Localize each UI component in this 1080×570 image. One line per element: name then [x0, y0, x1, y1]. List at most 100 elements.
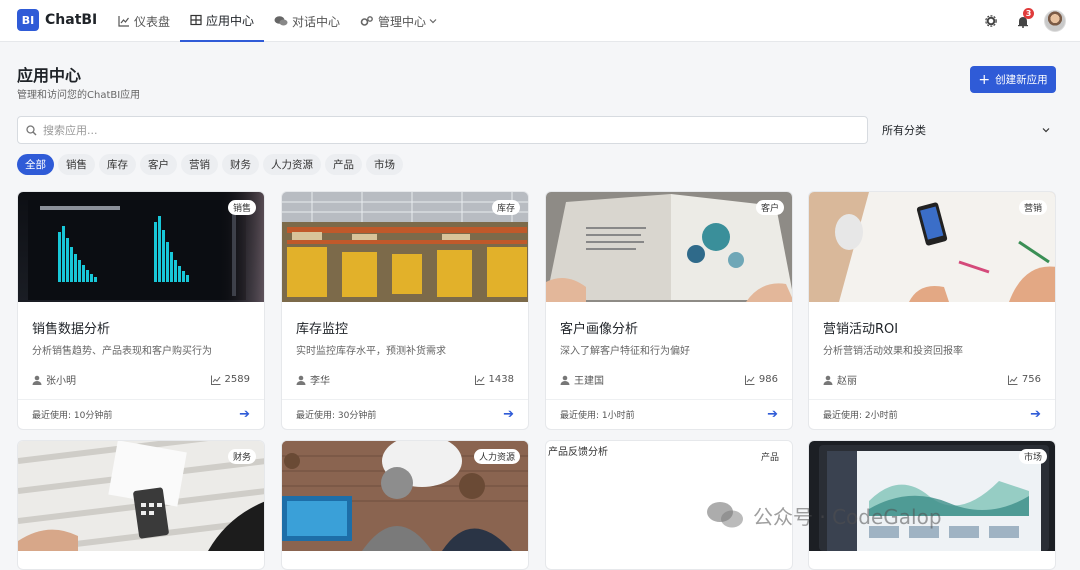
card-title: 营销活动ROI	[823, 322, 899, 337]
card-image: 人力资源	[282, 441, 528, 551]
avatar[interactable]	[1044, 10, 1066, 32]
card-title: 库存监控	[296, 322, 349, 337]
card-description: 分析销售趋势、产品表现和客户购买行为	[32, 346, 212, 357]
notification-badge: 3	[1023, 8, 1034, 19]
chart-line-icon	[118, 16, 129, 27]
watermark-text: 公众号 · CodeGalop	[753, 504, 942, 529]
nav-app-center[interactable]: 应用中心	[180, 0, 265, 42]
logo[interactable]: BI ChatBI	[17, 9, 97, 31]
category-tag: 客户	[755, 200, 784, 215]
card-description: 深入了解客户特征和行为偏好	[560, 346, 690, 357]
card-views: 2589	[210, 372, 250, 387]
gear-icon	[985, 15, 997, 27]
open-arrow-icon[interactable]: ➔	[503, 407, 514, 422]
chip-all[interactable]: 全部	[17, 154, 54, 175]
card-image: 财务	[18, 441, 264, 551]
category-tag: 销售	[227, 200, 256, 215]
owner-name: 赵丽	[837, 376, 857, 387]
card-views: 1438	[474, 372, 514, 387]
card-owner: 王建国	[560, 372, 604, 387]
gears-icon	[360, 16, 373, 26]
watermark: 公众号 · CodeGalop	[705, 500, 942, 530]
view-count: 756	[1021, 374, 1041, 385]
category-tag: 营销	[1018, 200, 1047, 215]
open-arrow-icon[interactable]: ➔	[239, 407, 250, 422]
notifications-button[interactable]: 3	[1010, 8, 1036, 34]
create-app-button[interactable]: + 创建新应用	[970, 66, 1056, 93]
category-tag: 财务	[227, 449, 256, 464]
search-box	[17, 116, 868, 144]
category-select[interactable]: 所有分类	[876, 116, 1056, 144]
page-title: 应用中心	[17, 66, 82, 85]
create-app-label: 创建新应用	[995, 74, 1048, 86]
category-tag: 市场	[1018, 449, 1047, 464]
owner-name: 王建国	[574, 376, 604, 387]
chip-finance[interactable]: 财务	[222, 154, 259, 175]
nav-label: 仪表盘	[134, 14, 171, 29]
card-image: 销售	[18, 192, 264, 302]
chip-inventory[interactable]: 库存	[99, 154, 136, 175]
chevron-down-icon	[429, 19, 437, 24]
category-chips: 全部 销售 库存 客户 营销 财务 人力资源 产品 市场	[17, 154, 407, 175]
search-input[interactable]	[43, 123, 823, 137]
view-count: 2589	[224, 374, 250, 385]
app-card-sales[interactable]: 销售 销售数据分析 分析销售趋势、产品表现和客户购买行为 张小明 2589 最近…	[17, 191, 265, 430]
user-icon	[560, 375, 570, 385]
grid-icon	[190, 14, 202, 26]
card-description: 实时监控库存水平，预测补货需求	[296, 346, 446, 357]
chart-line-icon	[210, 375, 221, 385]
card-description: 分析营销活动效果和投资回报率	[823, 346, 963, 357]
nav-label: 管理中心	[378, 14, 427, 29]
card-owner: 张小明	[32, 372, 76, 387]
settings-button[interactable]	[978, 8, 1004, 34]
card-image: 库存	[282, 192, 528, 302]
card-image: 产品反馈分析 产品	[546, 441, 792, 551]
wechat-icon	[707, 502, 743, 528]
nav-label: 应用中心	[206, 13, 255, 28]
open-arrow-icon[interactable]: ➔	[1030, 407, 1041, 422]
open-arrow-icon[interactable]: ➔	[767, 407, 778, 422]
top-nav: BI ChatBI 仪表盘 应用中心 对话中心 管理中心 3	[0, 0, 1080, 42]
brand-name: ChatBI	[45, 12, 98, 28]
nav-chat-center[interactable]: 对话中心	[264, 0, 350, 42]
category-tag: 产品	[755, 449, 784, 464]
logo-mark: BI	[17, 9, 39, 31]
nav-dashboard[interactable]: 仪表盘	[108, 0, 180, 42]
category-select-value: 所有分类	[882, 124, 926, 137]
chevron-down-icon	[1042, 128, 1050, 133]
app-card-hr[interactable]: 人力资源	[281, 440, 529, 570]
search-icon	[26, 124, 37, 135]
category-tag: 人力资源	[473, 449, 520, 464]
app-card-customer[interactable]: 客户 客户画像分析 深入了解客户特征和行为偏好 王建国 986 最近使用: 1小…	[545, 191, 793, 430]
app-card-inventory[interactable]: 库存 库存监控 实时监控库存水平，预测补货需求 李华 1438 最近使用: 30…	[281, 191, 529, 430]
card-image: 客户	[546, 192, 792, 302]
chip-customer[interactable]: 客户	[140, 154, 177, 175]
card-owner: 李华	[296, 372, 330, 387]
card-views: 986	[744, 372, 778, 387]
card-views: 756	[1007, 372, 1041, 387]
card-image: 营销	[809, 192, 1055, 302]
chip-market[interactable]: 市场	[366, 154, 403, 175]
card-title: 客户画像分析	[560, 322, 639, 337]
chat-bubbles-icon	[274, 16, 288, 26]
chip-marketing[interactable]: 营销	[181, 154, 218, 175]
owner-name: 张小明	[46, 376, 76, 387]
nav-label: 对话中心	[292, 14, 341, 29]
chip-product[interactable]: 产品	[325, 154, 362, 175]
chart-line-icon	[744, 375, 755, 385]
app-card-finance[interactable]: 财务	[17, 440, 265, 570]
card-title: 销售数据分析	[32, 322, 111, 337]
chip-sales[interactable]: 销售	[58, 154, 95, 175]
card-image: 市场	[809, 441, 1055, 551]
page-subtitle: 管理和访问您的ChatBI应用	[17, 90, 141, 101]
chip-hr[interactable]: 人力资源	[263, 154, 321, 175]
last-used: 最近使用: 30分钟前	[296, 411, 377, 421]
chart-line-icon	[1007, 375, 1018, 385]
user-icon	[296, 375, 306, 385]
app-card-marketing[interactable]: 营销 营销活动ROI 分析营销活动效果和投资回报率 赵丽 756 最近使用: 2…	[808, 191, 1056, 430]
card-owner: 赵丽	[823, 372, 857, 387]
category-tag: 库存	[491, 200, 520, 215]
nav-admin-center[interactable]: 管理中心	[350, 0, 451, 42]
owner-name: 李华	[310, 376, 330, 387]
chart-line-icon	[474, 375, 485, 385]
